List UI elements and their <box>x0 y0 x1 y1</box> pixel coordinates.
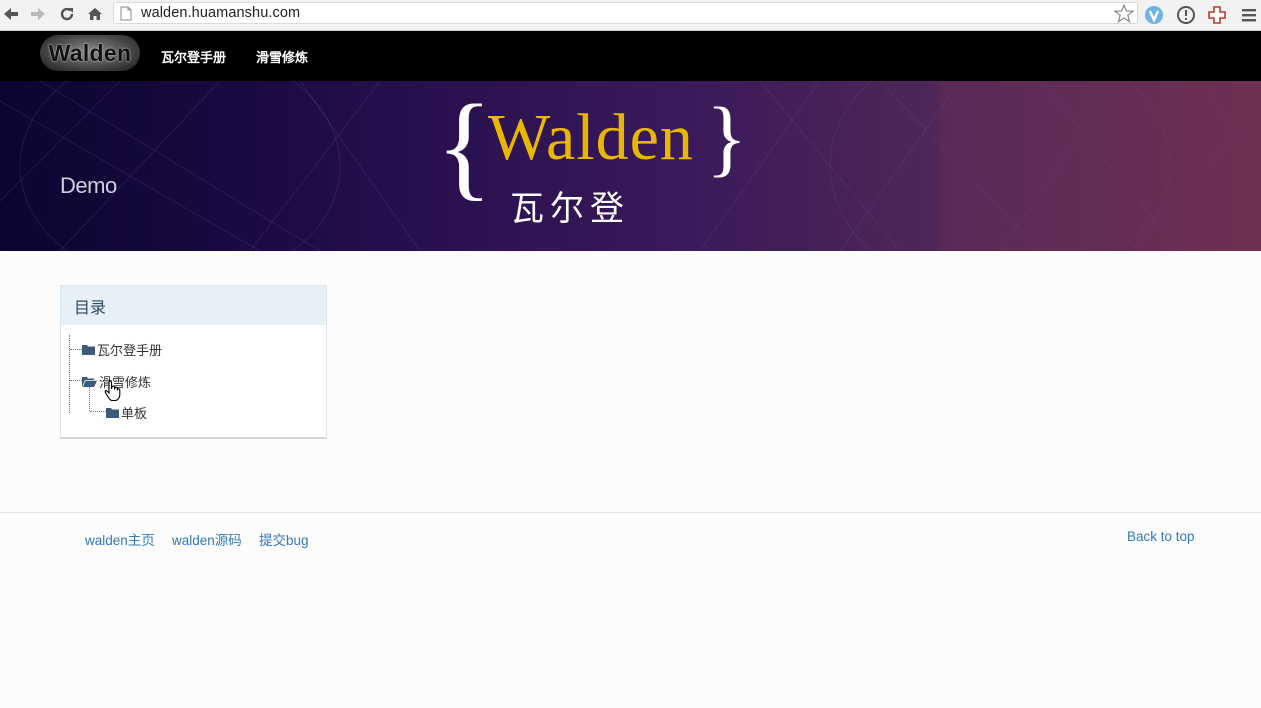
brand-text: Walden <box>48 39 132 66</box>
logo-right-brace: } <box>706 89 748 185</box>
hand-cursor-icon <box>104 380 122 407</box>
tree-line <box>90 411 106 412</box>
browser-toolbar: walden.huamanshu.com <box>0 0 1261 31</box>
toc-panel: 目录 瓦尔登手册 滑雪修炼 单板 <box>60 285 327 439</box>
toc-item-manual[interactable]: 瓦尔登手册 <box>82 340 162 359</box>
tree-line <box>69 335 70 413</box>
logo-subtitle: 瓦尔登 <box>510 189 630 229</box>
tree-line <box>70 380 82 381</box>
hero-banner: Demo { Walden } 瓦尔登 <box>0 81 1261 251</box>
page-icon <box>120 6 132 26</box>
logo-word: Walden <box>488 101 694 174</box>
menu-icon[interactable] <box>1238 4 1260 26</box>
site-navbar: Walden 瓦尔登手册 滑雪修炼 <box>0 31 1261 81</box>
footer-divider <box>0 512 1261 513</box>
bookmark-star-icon[interactable] <box>1113 3 1135 28</box>
url-text: walden.huamanshu.com <box>141 5 301 21</box>
tree-line <box>70 349 82 350</box>
forward-arrow-icon[interactable] <box>27 3 49 25</box>
folder-open-icon <box>82 377 97 387</box>
toc-item-label: 瓦尔登手册 <box>97 343 163 358</box>
back-arrow-icon[interactable] <box>0 3 22 25</box>
folder-icon <box>82 345 95 355</box>
nav-link-manual[interactable]: 瓦尔登手册 <box>161 47 226 66</box>
home-icon[interactable] <box>84 3 106 25</box>
reload-icon[interactable] <box>56 3 78 25</box>
footer-link-bug[interactable]: 提交bug <box>259 529 309 549</box>
toc-header: 目录 <box>61 286 326 325</box>
footer-link-home[interactable]: walden主页 <box>85 529 155 549</box>
address-bar[interactable]: walden.huamanshu.com <box>113 2 1138 24</box>
folder-icon <box>106 408 119 418</box>
footer-link-source[interactable]: walden源码 <box>172 529 242 549</box>
toc-item-label: 单板 <box>121 406 148 421</box>
logo-left-brace: { <box>436 81 493 211</box>
nav-link-skiing[interactable]: 滑雪修炼 <box>256 47 308 66</box>
plus-extension-icon[interactable] <box>1206 4 1228 26</box>
toc-title: 目录 <box>74 299 107 317</box>
v-extension-icon[interactable] <box>1143 4 1165 26</box>
info-extension-icon[interactable] <box>1175 4 1197 26</box>
banner-title: Demo <box>60 173 117 198</box>
back-to-top-link[interactable]: Back to top <box>1127 529 1195 544</box>
brand-logo[interactable]: Walden <box>40 35 140 71</box>
